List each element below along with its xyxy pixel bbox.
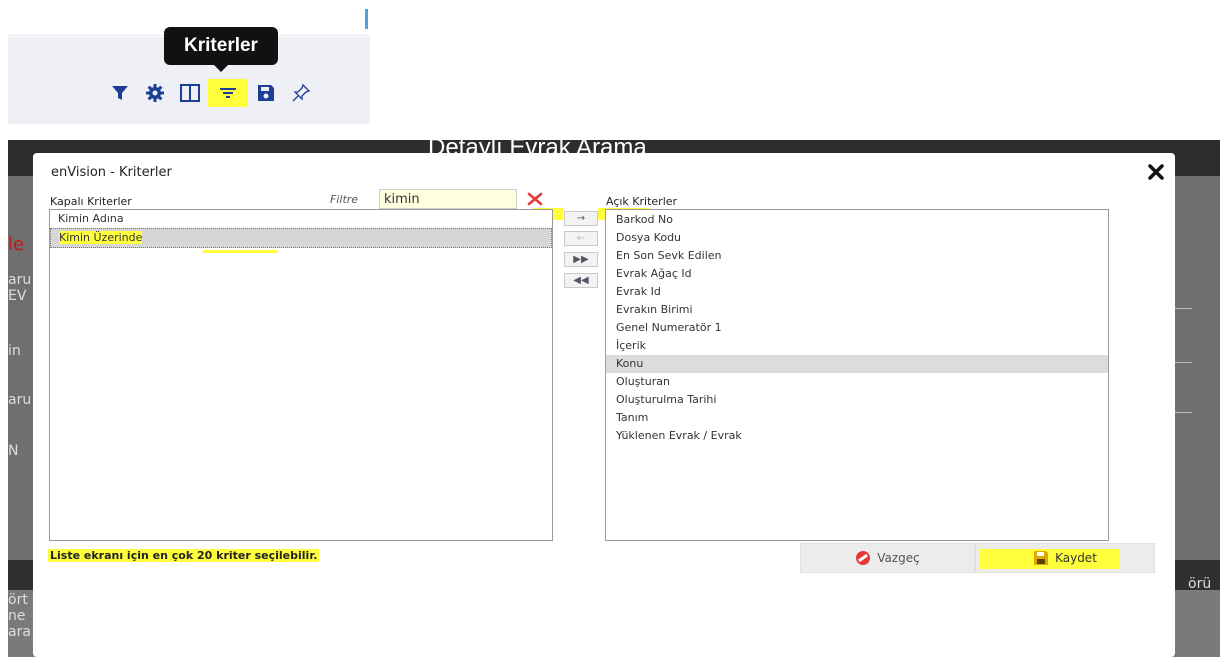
list-item[interactable]: En Son Sevk Edilen [606,247,1108,265]
dialog-title: enVision - Kriterler [51,165,172,180]
open-criteria-label: Açık Kriterler [606,195,678,208]
bg-fragment: ört [8,592,28,608]
toolbar-icons [108,79,324,107]
toolbar-crop: Kriterler [8,5,370,124]
list-item-hovered[interactable]: Konu [606,355,1108,373]
criteria-icon[interactable] [208,79,248,107]
bg-fragment: N [8,443,19,459]
scroll-indicator [365,9,368,29]
cancel-button[interactable]: Vazgeç [800,543,975,573]
move-all-left-button[interactable]: ◀◀ [564,273,598,288]
bg-fragment: in [8,343,21,359]
list-item[interactable]: Evrakın Birimi [606,301,1108,319]
clear-filter-icon[interactable] [527,191,543,207]
bg-divider [1174,362,1192,363]
filter-label: Filtre [330,193,359,206]
move-all-right-button[interactable]: ▶▶ [564,252,598,267]
list-item[interactable]: Tanım [606,409,1108,427]
list-item[interactable]: Barkod No [606,211,1108,229]
bg-divider [1174,412,1192,413]
save-button[interactable]: Kaydet [975,543,1155,573]
save-icon[interactable] [254,81,278,105]
bg-fragment: aru [8,392,32,408]
list-item-selected[interactable]: Kimin Üzerinde [50,228,552,248]
bg-fragment: örü [1188,576,1212,592]
columns-icon[interactable] [178,81,202,105]
list-item[interactable]: Dosya Kodu [606,229,1108,247]
list-item[interactable]: İçerik [606,337,1108,355]
save-label: Kaydet [1055,551,1097,565]
move-right-button[interactable]: → [564,211,598,226]
bg-fragment: ara [8,624,31,640]
open-criteria-list[interactable]: Barkod No Dosya Kodu En Son Sevk Edilen … [605,209,1109,541]
list-item[interactable]: Yüklenen Evrak / Evrak [606,427,1108,445]
filter-input[interactable] [379,189,517,209]
floppy-icon [1034,551,1049,565]
list-item[interactable]: Kimin Adına [50,210,552,228]
list-item[interactable]: Oluşturulma Tarihi [606,391,1108,409]
bg-fragment: le [8,234,25,255]
move-left-button[interactable]: ← [564,231,598,246]
list-item[interactable]: Evrak Ağaç Id [606,265,1108,283]
list-item[interactable]: Oluşturan [606,373,1108,391]
list-item[interactable]: Genel Numeratör 1 [606,319,1108,337]
closed-criteria-label: Kapalı Kriterler [50,195,132,208]
limit-note: Liste ekranı için en çok 20 kriter seçil… [48,549,320,562]
criteria-dialog: enVision - Kriterler Kapalı Kriterler Fi… [33,153,1175,657]
bg-fragment: EV [8,288,27,304]
bg-fragment: aru [8,272,32,288]
filter-icon[interactable] [108,81,132,105]
bg-divider [1174,308,1192,309]
pin-icon[interactable] [289,81,313,105]
tooltip: Kriterler [164,27,278,72]
list-item[interactable]: Evrak Id [606,283,1108,301]
bg-fragment: ne [8,608,26,624]
gear-icon[interactable] [143,81,167,105]
close-icon[interactable] [1147,163,1165,181]
highlight-mark [203,250,278,253]
ban-icon [856,551,871,565]
closed-criteria-list[interactable]: Kimin Adına Kimin Üzerinde [49,209,553,541]
cancel-label: Vazgeç [877,551,920,565]
